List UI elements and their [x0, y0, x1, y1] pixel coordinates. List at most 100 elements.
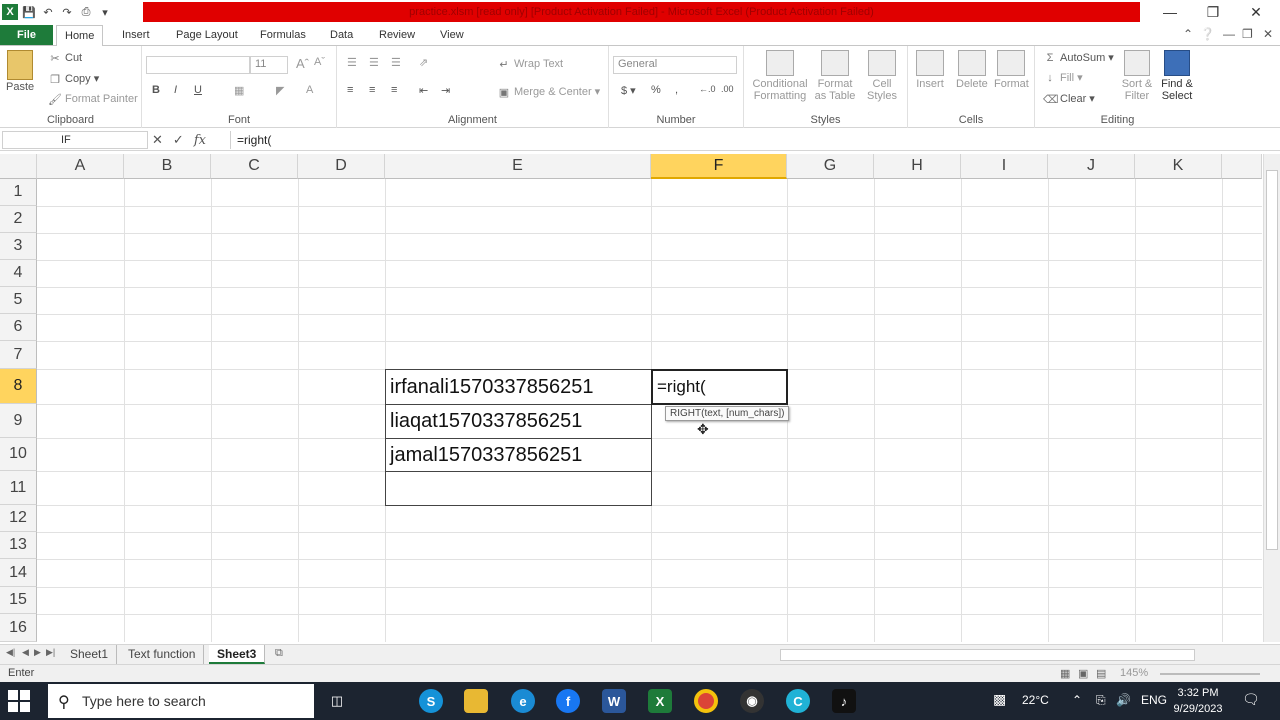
align-center-icon[interactable]: ≡ — [369, 84, 375, 96]
format-painter-button[interactable]: 🖌 Format Painter — [48, 93, 138, 106]
font-size-select[interactable]: 11 — [250, 56, 288, 74]
row-header-10[interactable]: 10 — [0, 438, 37, 471]
merge-center-button[interactable]: ▣ Merge & Center ▾ — [497, 85, 600, 99]
cell-styles-button[interactable]: Cell Styles — [862, 50, 902, 102]
help-icon[interactable]: ❔ — [1200, 27, 1215, 41]
row-header-8[interactable]: 8 — [0, 369, 37, 404]
copy-button[interactable]: ❐ Copy ▾ — [48, 72, 99, 86]
decrease-decimal-button[interactable]: .00 — [721, 84, 734, 94]
tab-formulas[interactable]: Formulas — [252, 25, 314, 45]
customize-qat-icon[interactable]: ▾ — [97, 4, 113, 20]
row-header-6[interactable]: 6 — [0, 314, 37, 341]
skype-icon[interactable]: S — [419, 689, 443, 713]
delete-cells-button[interactable]: Delete — [956, 50, 988, 90]
cell-e8[interactable]: irfanali1570337856251 — [385, 369, 652, 405]
save-icon[interactable]: 💾 — [21, 4, 37, 20]
chrome-icon[interactable] — [694, 689, 718, 713]
grow-font-button[interactable]: Aˆ — [296, 56, 309, 71]
conditional-formatting-button[interactable]: Conditional Formatting — [750, 50, 810, 102]
orientation-icon[interactable]: ⇗ — [419, 56, 428, 69]
row-header-9[interactable]: 9 — [0, 404, 37, 438]
name-box[interactable]: IF — [2, 131, 148, 149]
cell-f8-active[interactable]: =right( — [651, 369, 788, 405]
format-as-table-button[interactable]: Format as Table — [812, 50, 858, 102]
facebook-icon[interactable]: f — [556, 689, 580, 713]
workbook-restore-icon[interactable]: ❐ — [1242, 27, 1253, 41]
redo-icon[interactable]: ↷ — [59, 4, 75, 20]
row-header-12[interactable]: 12 — [0, 505, 37, 532]
prev-sheet-icon[interactable]: ◀ — [22, 647, 29, 658]
workbook-minimize-icon[interactable]: — — [1223, 27, 1235, 41]
language-indicator[interactable]: ENG — [1141, 693, 1167, 707]
percent-button[interactable]: % — [651, 84, 661, 96]
column-header-d[interactable]: D — [298, 154, 385, 179]
edge-icon[interactable]: e — [511, 689, 535, 713]
insert-sheet-icon[interactable]: ⧉ — [275, 647, 283, 660]
top-align-icon[interactable]: ☰ — [347, 56, 357, 69]
tab-review[interactable]: Review — [371, 25, 423, 45]
file-explorer-icon[interactable] — [464, 689, 488, 713]
first-sheet-icon[interactable]: ◀| — [6, 647, 15, 658]
column-header-e[interactable]: E — [385, 154, 651, 179]
column-header-i[interactable]: I — [961, 154, 1048, 179]
undo-icon[interactable]: ↶ — [40, 4, 56, 20]
view-layout-icon[interactable]: ▣ — [1078, 667, 1088, 680]
font-name-select[interactable] — [146, 56, 250, 74]
select-all-corner[interactable] — [0, 154, 37, 179]
row-header-2[interactable]: 2 — [0, 206, 37, 233]
column-header-j[interactable]: J — [1048, 154, 1135, 179]
column-header-c[interactable]: C — [211, 154, 298, 179]
zoom-slider[interactable] — [1160, 673, 1260, 675]
shrink-font-button[interactable]: Aˇ — [314, 56, 325, 68]
row-header-11[interactable]: 11 — [0, 471, 37, 505]
sheet-tab-sheet1[interactable]: Sheet1 — [62, 645, 118, 664]
tab-insert[interactable]: Insert — [114, 25, 158, 45]
vertical-scroll-thumb[interactable] — [1266, 170, 1278, 550]
tray-expand-icon[interactable]: ⌃ — [1072, 693, 1082, 707]
row-header-4[interactable]: 4 — [0, 260, 37, 287]
word-icon[interactable]: W — [602, 689, 626, 713]
number-format-select[interactable]: General — [613, 56, 737, 74]
increase-indent-icon[interactable]: ⇥ — [441, 84, 450, 97]
cell-e11[interactable] — [385, 471, 652, 506]
row-header-7[interactable]: 7 — [0, 341, 37, 369]
currency-button[interactable]: $ ▾ — [621, 84, 636, 97]
tab-data[interactable]: Data — [322, 25, 361, 45]
cell-e9[interactable]: liaqat1570337856251 — [385, 404, 652, 439]
row-header-5[interactable]: 5 — [0, 287, 37, 314]
vertical-scrollbar[interactable] — [1263, 154, 1280, 642]
zoom-level[interactable]: 145% — [1120, 667, 1148, 679]
tab-file[interactable]: File — [0, 25, 53, 45]
bottom-align-icon[interactable]: ☰ — [391, 56, 401, 69]
formula-input[interactable]: =right( — [230, 131, 1265, 149]
underline-button[interactable]: U — [194, 84, 202, 96]
notification-icon[interactable]: 🗨 — [1242, 691, 1260, 708]
enter-icon[interactable]: ✓ — [173, 132, 184, 148]
excel-icon[interactable]: X — [648, 689, 672, 713]
tab-page-layout[interactable]: Page Layout — [168, 25, 246, 45]
volume-icon[interactable]: 🔊 — [1116, 693, 1131, 707]
italic-button[interactable]: I — [174, 84, 177, 96]
row-header-3[interactable]: 3 — [0, 233, 37, 260]
paste-button[interactable]: Paste — [6, 50, 34, 93]
find-select-button[interactable]: Find & Select — [1157, 50, 1197, 102]
network-icon[interactable]: ⎘ — [1096, 693, 1106, 708]
column-header-b[interactable]: B — [124, 154, 211, 179]
middle-align-icon[interactable]: ☰ — [369, 56, 379, 69]
sort-filter-button[interactable]: Sort & Filter — [1119, 50, 1155, 102]
next-sheet-icon[interactable]: ▶ — [34, 647, 41, 658]
print-preview-icon[interactable]: ⎙ — [78, 4, 94, 20]
autosum-button[interactable]: Σ AutoSum ▾ — [1043, 51, 1114, 65]
row-header-15[interactable]: 15 — [0, 587, 37, 614]
align-left-icon[interactable]: ≡ — [347, 84, 353, 96]
column-header-a[interactable]: A — [37, 154, 124, 179]
weather-icon[interactable]: ▩ — [993, 691, 1006, 708]
fill-button[interactable]: ↓ Fill ▾ — [1043, 71, 1082, 85]
clear-button[interactable]: ⌫ Clear ▾ — [1043, 92, 1095, 106]
tab-view[interactable]: View — [432, 25, 472, 45]
sheet-tab-sheet3[interactable]: Sheet3 — [209, 645, 266, 664]
function-tooltip[interactable]: RIGHT(text, [num_chars]) — [665, 406, 790, 421]
column-header-h[interactable]: H — [874, 154, 961, 179]
increase-decimal-button[interactable]: ←.0 — [699, 84, 716, 94]
workbook-close-icon[interactable]: ✕ — [1263, 27, 1273, 41]
